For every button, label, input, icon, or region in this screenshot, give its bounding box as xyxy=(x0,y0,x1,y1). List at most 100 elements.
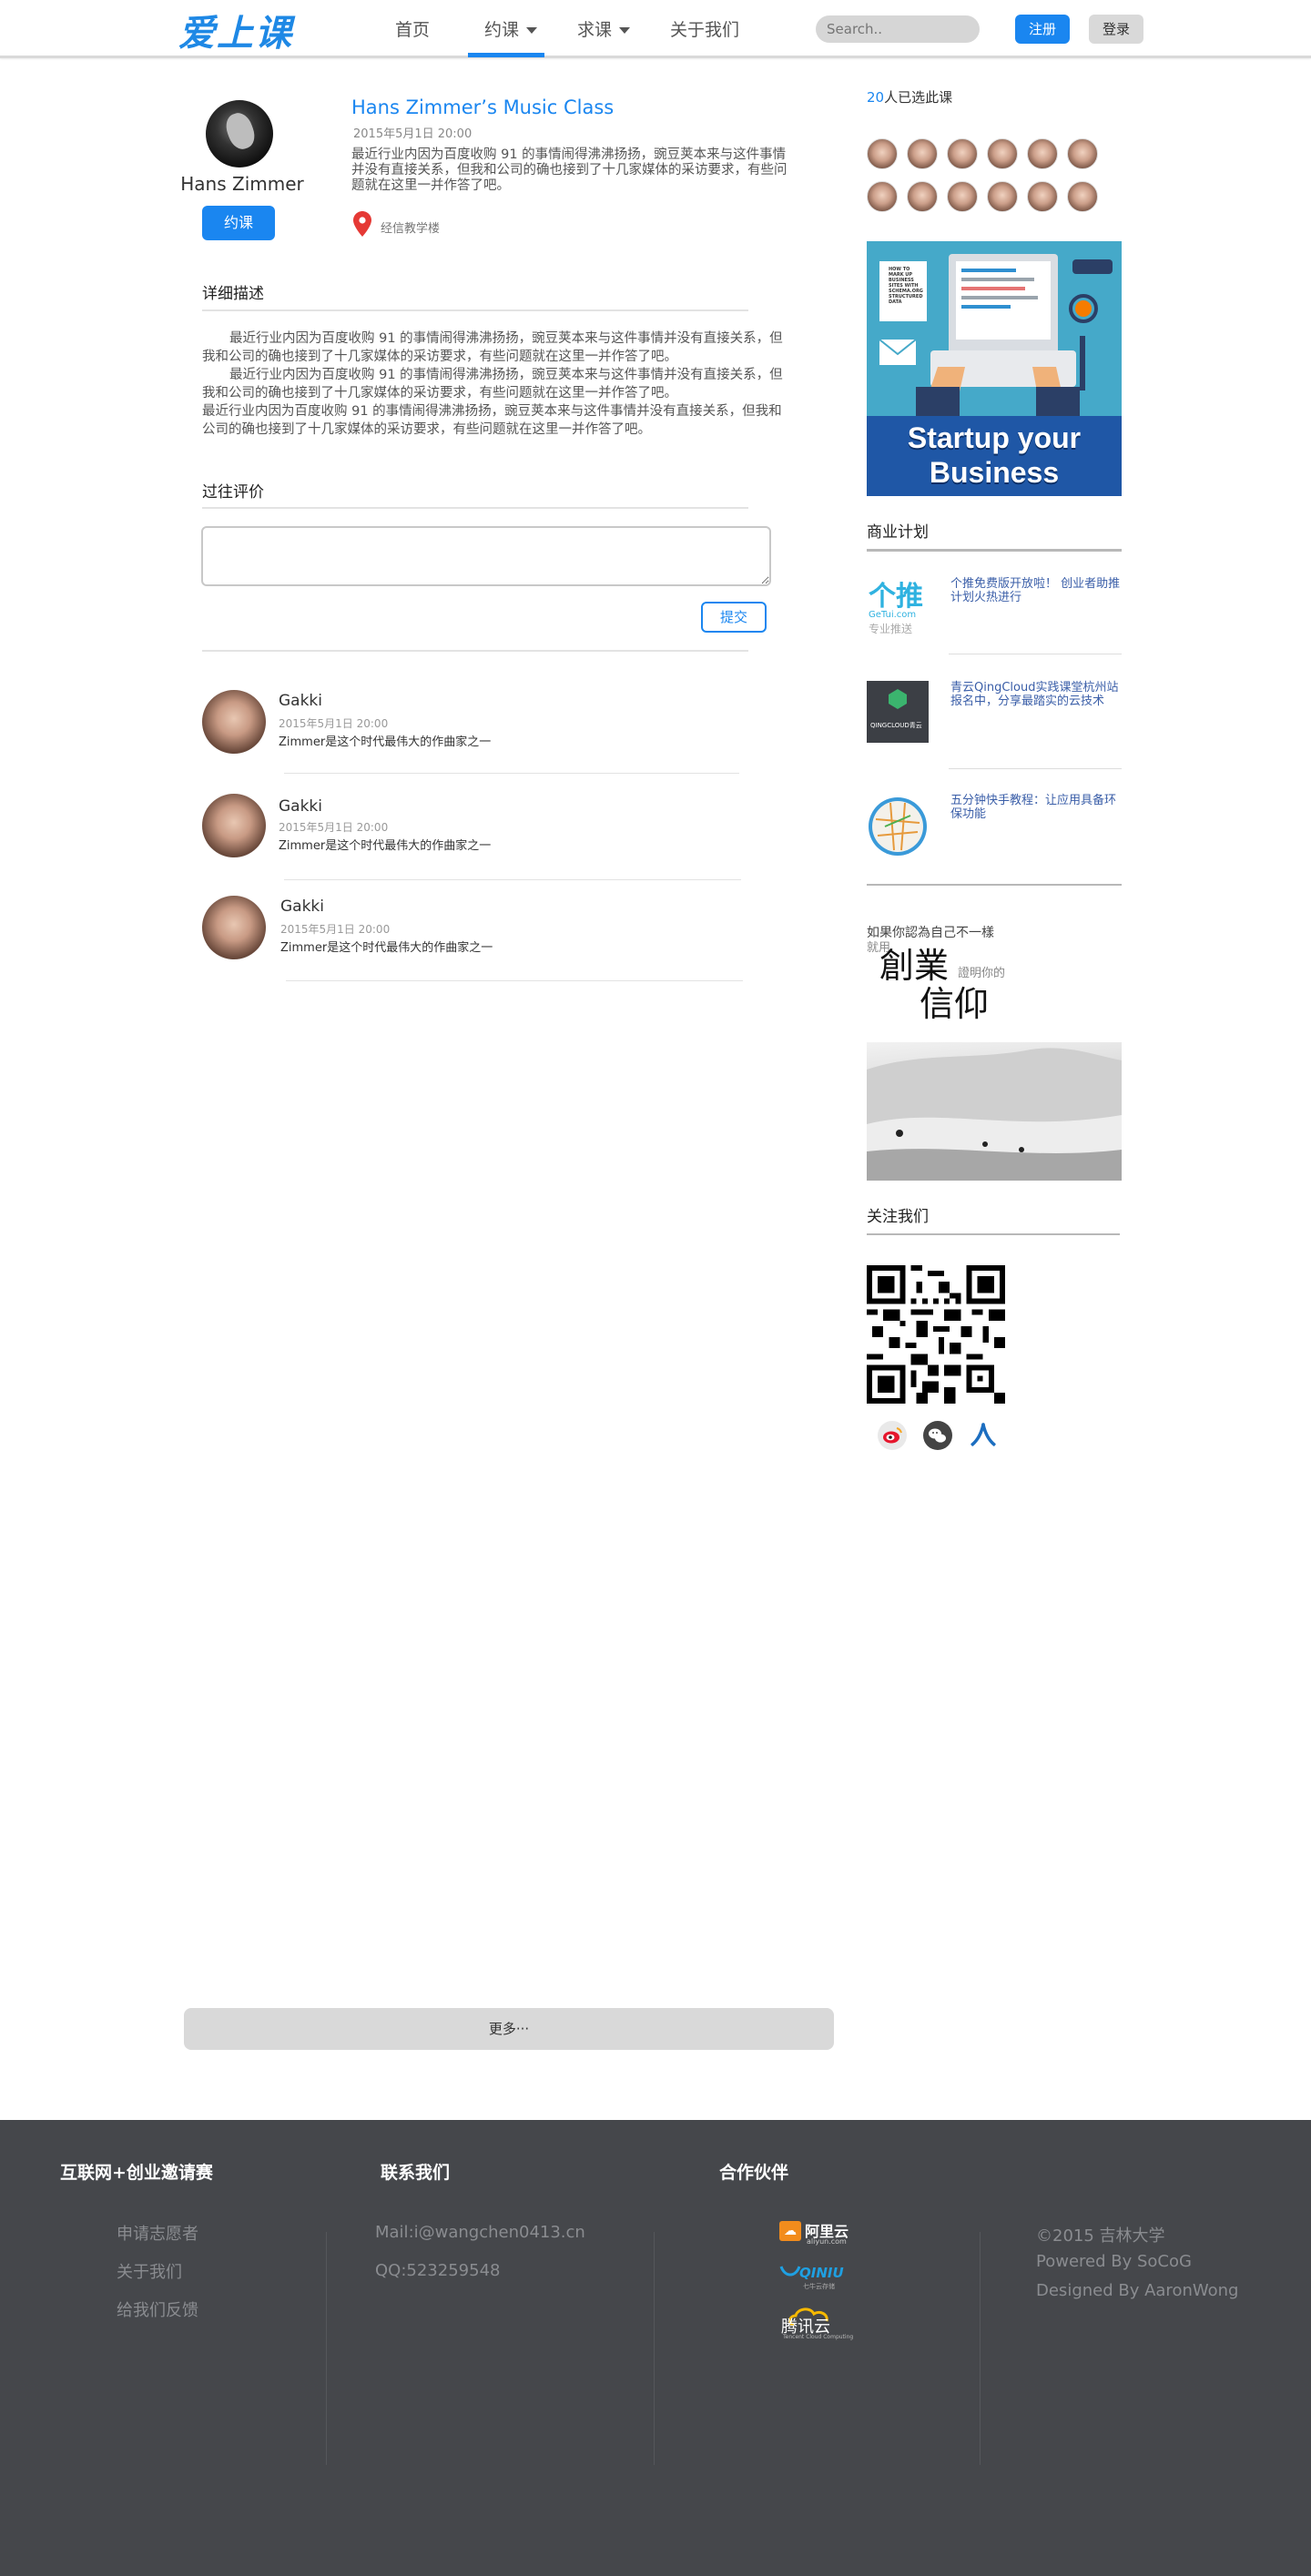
footer-powered-by: Powered By SoCoG xyxy=(1036,2252,1192,2271)
footer-link-volunteer[interactable]: 申请志愿者 xyxy=(117,2221,198,2245)
book-class-button[interactable]: 约课 xyxy=(202,206,275,240)
site-footer xyxy=(0,2120,1311,2576)
commenter-name[interactable]: Gakki xyxy=(279,692,322,710)
getui-logo-sub2: 专业推送 xyxy=(869,623,913,635)
divider xyxy=(867,884,1122,886)
nav-request-class-label: 求课 xyxy=(577,20,613,40)
comment-date: 2015年5月1日 20:00 xyxy=(279,717,389,730)
student-avatar[interactable] xyxy=(947,181,978,212)
poster-big-text-2: 信仰 xyxy=(920,984,990,1024)
submit-button[interactable]: 提交 xyxy=(701,602,767,633)
tencent-cloud-logo[interactable]: 腾讯云 Tencent Cloud Computing xyxy=(779,2307,861,2340)
student-avatar[interactable] xyxy=(987,138,1018,169)
search-input[interactable] xyxy=(816,15,980,43)
student-avatar[interactable] xyxy=(1027,181,1058,212)
wechat-icon[interactable] xyxy=(922,1420,953,1451)
aliyun-logo[interactable]: ☁ 阿里云 aliyun.com xyxy=(779,2219,856,2246)
qiniu-sub: 七牛云存储 xyxy=(803,2283,835,2290)
divider xyxy=(867,549,1122,552)
aliyun-sub: aliyun.com xyxy=(807,2237,847,2246)
desert-poster-image[interactable] xyxy=(867,1042,1122,1181)
comment-date: 2015年5月1日 20:00 xyxy=(280,923,391,936)
business-plan-heading: 商业计划 xyxy=(867,523,929,542)
description-body: 最近行业内因为百度收购 91 的事情闹得沸沸扬扬，豌豆荚本来与这件事情并没有直接… xyxy=(202,330,785,439)
site-logo[interactable]: 爱上课 xyxy=(178,4,293,56)
student-avatar[interactable] xyxy=(907,138,938,169)
selected-count: 20人已选此课 xyxy=(867,87,952,106)
footer-designed-by: Designed By AaronWong xyxy=(1036,2281,1239,2300)
nav-active-indicator xyxy=(468,53,544,57)
student-avatar[interactable] xyxy=(867,181,898,212)
footer-link-about[interactable]: 关于我们 xyxy=(117,2259,182,2283)
renren-icon[interactable] xyxy=(968,1420,999,1451)
getui-logo-sub: GeTui.com xyxy=(869,610,917,620)
footer-contact-qq: QQ:523259548 xyxy=(375,2261,501,2280)
promo-line-2: Business xyxy=(929,456,1060,489)
footer-contact-mail[interactable]: Mail:i@wangchen0413.cn xyxy=(375,2223,585,2242)
qiniu-name: QINIU xyxy=(799,2265,844,2281)
nav-book-class[interactable]: 约课 xyxy=(484,16,538,41)
qr-code xyxy=(867,1265,1005,1404)
student-avatar[interactable] xyxy=(867,138,898,169)
student-avatar[interactable] xyxy=(987,181,1018,212)
divider xyxy=(202,507,748,509)
qingcloud-logo[interactable]: QINGCLOUD青云 xyxy=(867,681,929,743)
business-item-link[interactable]: 五分钟快手教程：让应用具备环保功能 xyxy=(950,794,1123,821)
aliyun-icon: ☁ xyxy=(779,2221,801,2241)
nav-about[interactable]: 关于我们 xyxy=(670,16,739,41)
description-paragraph: 最近行业内因为百度收购 91 的事情闹得沸沸扬扬，豌豆荚本来与这件事情并没有直接… xyxy=(202,331,783,364)
commenter-name[interactable]: Gakki xyxy=(279,797,322,816)
promo-headline: Startup your Business xyxy=(867,421,1122,490)
register-button[interactable]: 注册 xyxy=(1015,15,1070,44)
course-date: 2015年5月1日 20:00 xyxy=(353,127,473,141)
course-title[interactable]: Hans Zimmer’s Music Class xyxy=(351,96,614,118)
student-avatar[interactable] xyxy=(1067,181,1098,212)
startup-promo-banner[interactable]: Startup your Business HOW TO MARK UP BUS… xyxy=(867,241,1122,496)
footer-col3-title: 合作伙伴 xyxy=(719,2163,789,2183)
student-avatar[interactable] xyxy=(947,138,978,169)
description-paragraph: 最近行业内因为百度收购 91 的事情闹得沸沸扬扬，豌豆荚本来与这件事情并没有直接… xyxy=(202,368,783,401)
student-avatar[interactable] xyxy=(1027,138,1058,169)
course-summary: 最近行业内因为百度收购 91 的事情闹得沸沸扬扬，豌豆荚本来与这件事情并没有直接… xyxy=(351,147,788,193)
commenter-name[interactable]: Gakki xyxy=(280,898,324,916)
comment-date: 2015年5月1日 20:00 xyxy=(279,821,389,834)
caret-down-icon xyxy=(619,27,631,34)
login-button[interactable]: 登录 xyxy=(1089,15,1143,44)
footer-divider xyxy=(326,2232,327,2465)
description-paragraph: 最近行业内因为百度收购 91 的事情闹得沸沸扬扬，豌豆荚本来与这件事情并没有直接… xyxy=(202,404,782,437)
comment-text: Zimmer是这个时代最伟大的作曲家之一 xyxy=(279,839,492,853)
tencent-cloud-sub: Tencent Cloud Computing xyxy=(783,2334,854,2340)
caret-down-icon xyxy=(526,27,538,34)
nav-home[interactable]: 首页 xyxy=(395,16,430,41)
map-app-icon[interactable] xyxy=(867,796,929,857)
course-location: 经信教学楼 xyxy=(381,222,441,236)
commenter-avatar[interactable] xyxy=(202,896,266,959)
load-more-button[interactable]: 更多··· xyxy=(184,2008,834,2050)
teacher-avatar[interactable] xyxy=(206,100,273,167)
getui-logo[interactable]: 个推 GeTui.com 专业推送 xyxy=(867,573,929,635)
footer-link-feedback[interactable]: 给我们反馈 xyxy=(117,2297,198,2321)
selected-count-number: 20 xyxy=(867,89,885,106)
qingcloud-icon xyxy=(889,689,907,709)
student-avatar[interactable] xyxy=(907,181,938,212)
comment-input[interactable] xyxy=(201,526,771,586)
business-item-link[interactable]: 青云QingCloud实践课堂杭州站报名中，分享最踏实的云技术 xyxy=(950,681,1123,708)
divider xyxy=(284,773,739,774)
footer-col2-title: 联系我们 xyxy=(381,2163,451,2183)
desert-illustration xyxy=(867,1048,1122,1181)
nav-request-class[interactable]: 求课 xyxy=(577,16,631,41)
qingcloud-logo-text: QINGCLOUD青云 xyxy=(870,722,922,729)
commenter-avatar[interactable] xyxy=(202,690,266,754)
divider xyxy=(284,879,741,880)
student-avatar[interactable] xyxy=(1067,138,1098,169)
divider xyxy=(949,768,1122,769)
weibo-icon[interactable] xyxy=(877,1420,908,1451)
reviews-heading: 过往评价 xyxy=(202,483,264,502)
commenter-avatar[interactable] xyxy=(202,794,266,857)
divider xyxy=(286,980,743,981)
qiniu-logo[interactable]: QINIU 七牛云存储 xyxy=(779,2263,861,2290)
divider xyxy=(202,309,748,311)
business-item-link[interactable]: 个推免费版开放啦！ 创业者助推计划火热进行 xyxy=(950,577,1123,604)
location-pin-icon xyxy=(353,211,371,237)
nav-book-class-label: 约课 xyxy=(484,20,520,40)
